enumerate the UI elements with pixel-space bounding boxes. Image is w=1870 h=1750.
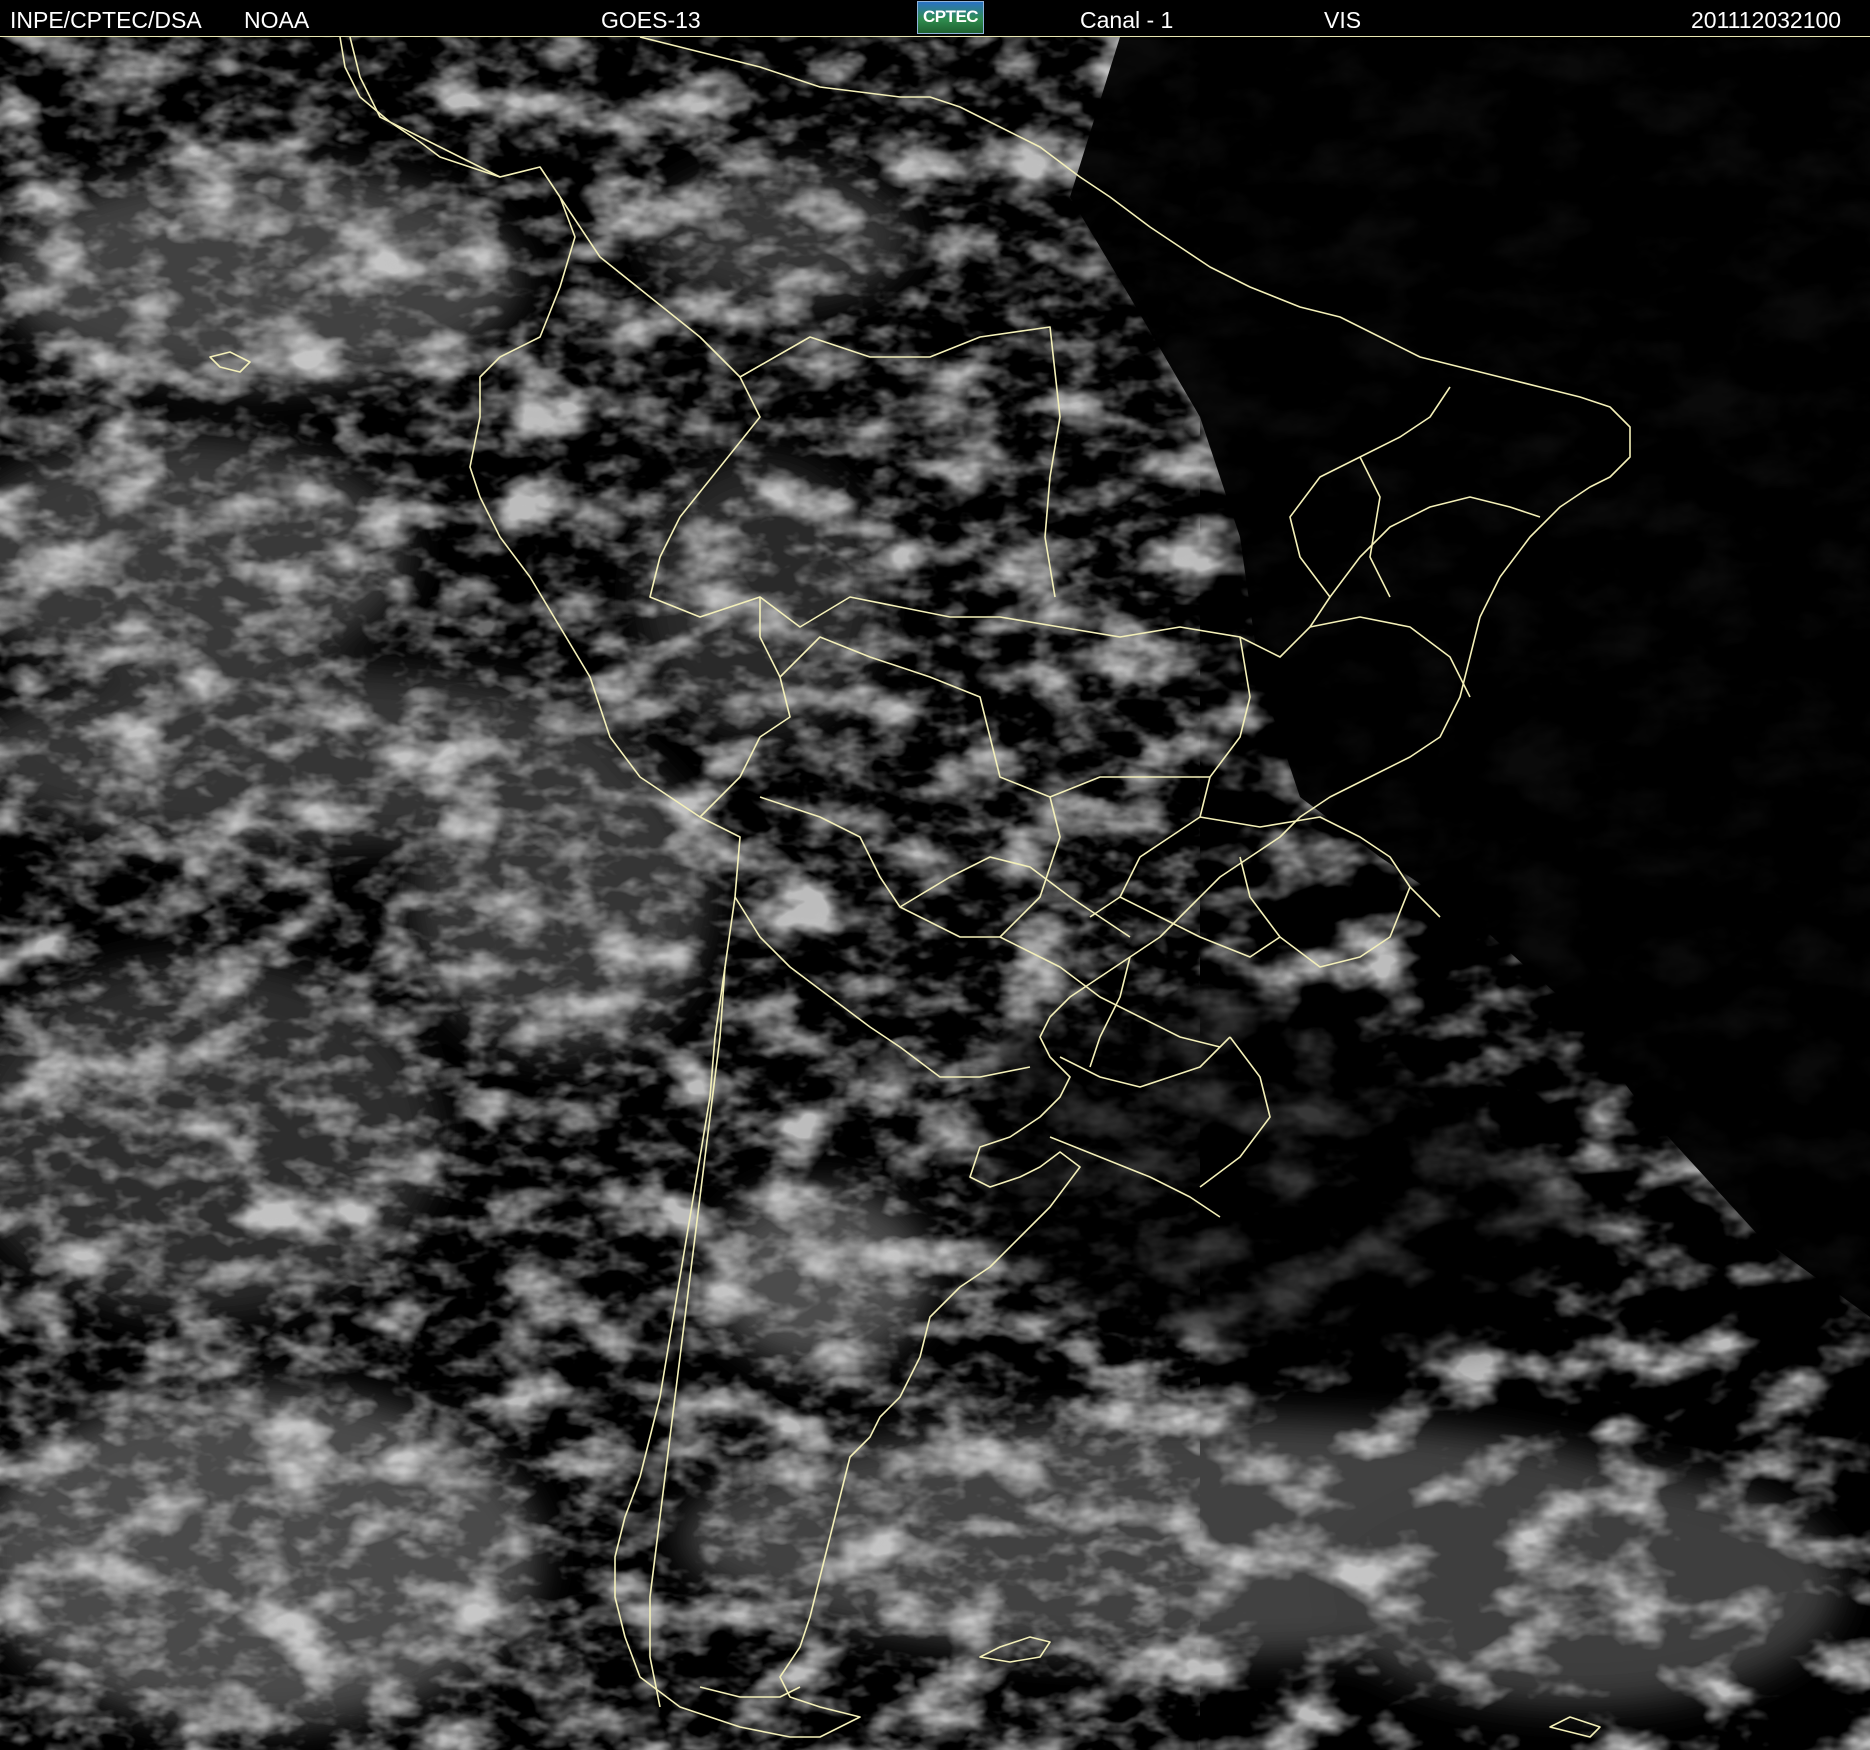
channel-label: Canal - 1 xyxy=(1080,7,1174,33)
header-bar: INPE/CPTEC/DSA NOAA GOES-13 CPTEC Canal … xyxy=(0,0,1870,36)
satellite-label: GOES-13 xyxy=(601,7,701,33)
organization-label: INPE/CPTEC/DSA xyxy=(10,7,202,33)
agency-label: NOAA xyxy=(244,7,310,33)
cloud-texture-fine xyxy=(0,37,1200,1750)
satellite-map xyxy=(0,37,1870,1750)
satellite-image xyxy=(0,36,1870,1750)
logo-text: CPTEC xyxy=(922,7,979,26)
cptec-logo-icon: CPTEC xyxy=(917,1,984,34)
timestamp-label: 201112032100 xyxy=(1691,7,1842,33)
band-label: VIS xyxy=(1324,7,1362,33)
